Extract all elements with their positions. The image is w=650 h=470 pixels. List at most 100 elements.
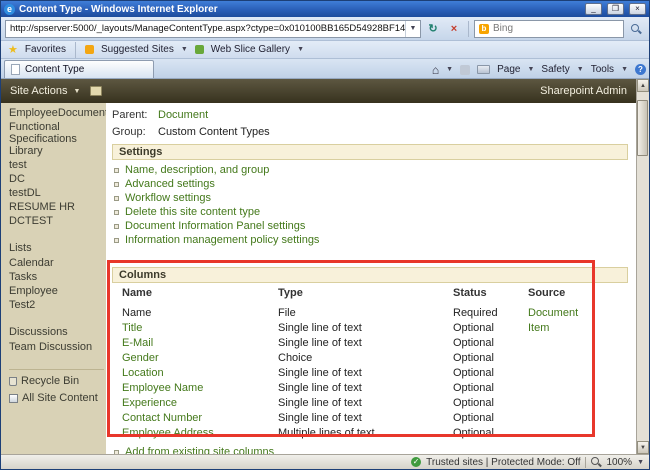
maximize-button[interactable]: ❐ <box>607 3 624 15</box>
close-button[interactable]: × <box>629 3 646 15</box>
settings-link-name-description-group[interactable]: Name, description, and group <box>125 164 269 176</box>
site-content-icon <box>9 393 18 403</box>
sidebar-item-calendar[interactable]: Calendar <box>9 257 104 269</box>
content-type-page: Parent: Document Group: Custom Content T… <box>106 103 636 454</box>
column-name-link[interactable]: Employee Address <box>122 427 278 439</box>
page-viewport: Site Actions ▼ Sharepoint Admin Employee… <box>1 79 649 454</box>
chevron-down-icon: ▼ <box>180 46 188 53</box>
sidebar-item-dctest[interactable]: DCTEST <box>9 215 104 227</box>
chevron-down-icon: ▼ <box>527 66 535 73</box>
window-title: Content Type - Windows Internet Explorer <box>19 3 218 15</box>
column-name-link[interactable]: Title <box>122 322 278 334</box>
sidebar-item-testdl[interactable]: testDL <box>9 187 104 199</box>
chevron-down-icon: ▼ <box>576 66 584 73</box>
column-name-link[interactable]: Experience <box>122 397 278 409</box>
separator <box>468 20 469 37</box>
scroll-up-icon[interactable]: ▲ <box>637 79 649 92</box>
parent-label: Parent: <box>112 108 148 121</box>
column-name-link[interactable]: Gender <box>122 352 278 364</box>
user-menu[interactable]: Sharepoint Admin <box>540 85 627 97</box>
column-status: Optional <box>453 411 494 424</box>
column-header-type: Type <box>278 287 303 299</box>
column-name-link[interactable]: E-Mail <box>122 337 278 349</box>
separator <box>585 456 587 468</box>
tab-bar: Content Type ⌂ ▼ Page ▼ Safety ▼ Tools ▼… <box>1 59 649 79</box>
title-bar: e Content Type - Windows Internet Explor… <box>1 1 649 17</box>
scrollbar-thumb[interactable] <box>637 100 648 156</box>
settings-section-header: Settings <box>112 144 628 160</box>
table-row: Name File Required Document <box>122 305 628 320</box>
add-existing-site-columns-link[interactable]: Add from existing site columns <box>125 446 274 454</box>
sidebar-item-dc[interactable]: DC <box>9 173 104 185</box>
chevron-down-icon[interactable]: ▼ <box>446 66 453 73</box>
column-name-link[interactable]: Location <box>122 367 278 379</box>
minimize-button[interactable]: _ <box>585 3 602 15</box>
settings-link-advanced[interactable]: Advanced settings <box>125 178 215 190</box>
sidebar-item-employee[interactable]: Employee <box>9 285 104 297</box>
settings-link-delete[interactable]: Delete this site content type <box>125 206 260 218</box>
address-url[interactable]: http://spserver:5000/_layouts/ManageCont… <box>10 23 405 34</box>
table-row: E-Mail Single line of text Optional <box>122 335 628 350</box>
search-input[interactable]: b Bing <box>474 19 624 38</box>
column-name-link[interactable]: Employee Name <box>122 382 278 394</box>
refresh-button[interactable]: ↻ <box>424 20 442 38</box>
print-icon[interactable] <box>477 65 491 74</box>
column-status: Optional <box>453 366 494 379</box>
vertical-scrollbar[interactable]: ▲ ▼ <box>636 79 649 454</box>
security-zone-label: Trusted sites | Protected Mode: Off <box>426 456 581 468</box>
stop-button[interactable]: × <box>445 20 463 38</box>
safety-menu[interactable]: Safety <box>541 64 569 75</box>
bullet-icon <box>114 209 119 215</box>
quick-launch-sidebar: EmployeeDocument Functional Specificatio… <box>1 103 106 454</box>
feeds-icon[interactable] <box>460 64 471 75</box>
column-type: Single line of text <box>278 321 362 334</box>
recycle-bin-link[interactable]: Recycle Bin <box>9 375 104 387</box>
sidebar-item-resume-hr[interactable]: RESUME HR <box>9 201 104 213</box>
column-type: Choice <box>278 351 313 364</box>
tab-content-type[interactable]: Content Type <box>4 60 154 78</box>
search-button[interactable] <box>627 20 645 38</box>
column-header-name: Name <box>122 287 152 299</box>
all-site-content-link[interactable]: All Site Content <box>9 392 104 404</box>
chevron-down-icon[interactable]: ▼ <box>637 459 644 466</box>
home-icon[interactable]: ⌂ <box>432 64 439 76</box>
parent-row: Parent: Document <box>112 106 628 123</box>
column-name-link[interactable]: Name <box>122 307 278 319</box>
sidebar-item-team-discussion[interactable]: Team Discussion <box>9 341 104 353</box>
sidebar-item-test2[interactable]: Test2 <box>9 299 104 311</box>
column-header-status: Status <box>453 287 487 299</box>
help-icon[interactable]: ? <box>635 64 646 75</box>
scroll-down-icon[interactable]: ▼ <box>637 441 649 454</box>
settings-link-document-information-panel[interactable]: Document Information Panel settings <box>125 220 305 232</box>
zoom-level[interactable]: 100% <box>606 457 632 468</box>
suggested-sites-button[interactable]: Suggested Sites <box>101 44 174 55</box>
sidebar-header-discussions[interactable]: Discussions <box>9 326 104 338</box>
web-slice-gallery-button[interactable]: Web Slice Gallery <box>211 44 290 55</box>
column-name-link[interactable]: Contact Number <box>122 412 278 424</box>
sidebar-item-tasks[interactable]: Tasks <box>9 271 104 283</box>
page-favicon-icon <box>11 64 20 75</box>
favorites-button[interactable]: Favorites <box>25 44 66 55</box>
column-source-link[interactable]: Item <box>528 322 628 334</box>
tools-menu[interactable]: Tools <box>591 64 614 75</box>
column-source-link[interactable]: Document <box>528 307 628 319</box>
site-actions-menu[interactable]: Site Actions <box>10 85 67 97</box>
address-input[interactable]: http://spserver:5000/_layouts/ManageCont… <box>5 19 421 38</box>
settings-link-information-management-policy[interactable]: Information management policy settings <box>125 234 319 246</box>
parent-value-link[interactable]: Document <box>158 109 208 121</box>
table-row: Location Single line of text Optional <box>122 365 628 380</box>
sidebar-item-employeedocument[interactable]: EmployeeDocument <box>9 107 106 119</box>
sidebar-item-test[interactable]: test <box>9 159 104 171</box>
sidebar-item-functional-specifications-library[interactable]: Functional Specifications Library <box>9 121 104 157</box>
sidebar-header-lists[interactable]: Lists <box>9 242 104 254</box>
page-menu[interactable]: Page <box>497 64 520 75</box>
address-dropdown-icon[interactable]: ▼ <box>405 20 420 37</box>
status-bar: ✓ Trusted sites | Protected Mode: Off 10… <box>1 454 649 469</box>
group-row: Group: Custom Content Types <box>112 123 628 140</box>
navigate-up-icon[interactable] <box>90 86 103 96</box>
scrollbar-track[interactable] <box>637 92 649 441</box>
column-type: Single line of text <box>278 366 362 379</box>
settings-link-workflow[interactable]: Workflow settings <box>125 192 211 204</box>
column-status: Optional <box>453 351 494 364</box>
columns-section-header: Columns <box>112 267 628 283</box>
